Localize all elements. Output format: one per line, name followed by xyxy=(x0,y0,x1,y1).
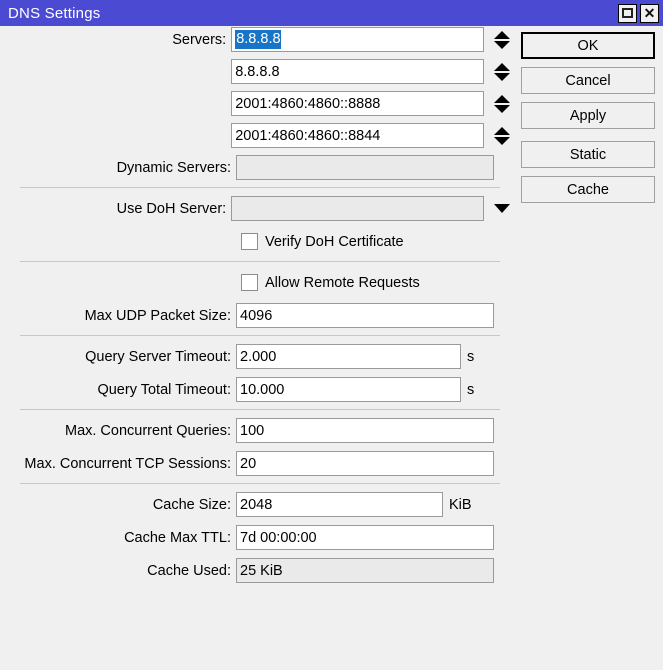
window-titlebar: DNS Settings ✕ xyxy=(0,0,663,26)
separator-2 xyxy=(20,261,500,262)
cache-button[interactable]: Cache xyxy=(521,176,655,203)
server-spinner-2[interactable] xyxy=(494,92,510,116)
dynamic-servers-input xyxy=(236,155,494,180)
server-input-1[interactable]: 8.8.8.8 xyxy=(231,59,484,84)
server-input-3[interactable]: 2001:4860:4860::8844 xyxy=(231,123,484,148)
cache-max-ttl-label: Cache Max TTL: xyxy=(0,530,236,546)
servers-label: Servers: xyxy=(0,32,231,48)
verify-doh-certificate-row: Verify DoH Certificate xyxy=(0,228,510,255)
servers-row-1: 8.8.8.8 xyxy=(0,58,510,85)
chevron-down-icon[interactable] xyxy=(494,204,510,213)
spinner-down-icon xyxy=(494,105,510,113)
max-concurrent-tcp-sessions-value: 20 xyxy=(240,456,256,472)
max-udp-packet-size-label: Max UDP Packet Size: xyxy=(0,308,236,324)
server-value-3: 2001:4860:4860::8844 xyxy=(235,128,380,144)
server-value-1: 8.8.8.8 xyxy=(235,64,279,80)
cache-size-label: Cache Size: xyxy=(0,497,236,513)
cache-used-value: 25 KiB xyxy=(240,563,283,579)
cache-used-row: Cache Used: 25 KiB xyxy=(0,557,510,584)
max-udp-packet-size-input[interactable]: 4096 xyxy=(236,303,494,328)
dialog-button-column: OK Cancel Apply Static Cache xyxy=(521,32,655,211)
allow-remote-requests-label: Allow Remote Requests xyxy=(265,275,420,291)
cache-max-ttl-value: 7d 00:00:00 xyxy=(240,530,317,546)
settings-form: Servers: 8.8.8.8 8.8.8.8 2001:4860:4860:… xyxy=(0,26,510,590)
max-concurrent-queries-value: 100 xyxy=(240,423,264,439)
cache-used-label: Cache Used: xyxy=(0,563,236,579)
cache-size-unit: KiB xyxy=(449,497,472,513)
cache-max-ttl-input[interactable]: 7d 00:00:00 xyxy=(236,525,494,550)
query-server-timeout-label: Query Server Timeout: xyxy=(0,349,236,365)
spinner-down-icon xyxy=(494,41,510,49)
max-udp-packet-size-value: 4096 xyxy=(240,308,272,324)
static-button[interactable]: Static xyxy=(521,141,655,168)
use-doh-server-input[interactable] xyxy=(231,196,484,221)
window-title: DNS Settings xyxy=(8,5,100,22)
verify-doh-certificate-label: Verify DoH Certificate xyxy=(265,234,404,250)
titlebar-button-group: ✕ xyxy=(618,4,659,23)
cancel-button[interactable]: Cancel xyxy=(521,67,655,94)
query-server-timeout-row: Query Server Timeout: 2.000 s xyxy=(0,343,510,370)
separator-1 xyxy=(20,187,500,188)
servers-row-3: 2001:4860:4860::8844 xyxy=(0,122,510,149)
query-total-timeout-value: 10.000 xyxy=(240,382,284,398)
cache-size-input[interactable]: 2048 xyxy=(236,492,443,517)
use-doh-server-row: Use DoH Server: xyxy=(0,195,510,222)
separator-5 xyxy=(20,483,500,484)
use-doh-server-label: Use DoH Server: xyxy=(0,201,231,217)
spinner-down-icon xyxy=(494,137,510,145)
restore-button[interactable] xyxy=(618,4,637,23)
server-spinner-1[interactable] xyxy=(494,60,510,84)
dynamic-servers-label: Dynamic Servers: xyxy=(0,160,236,176)
servers-row-2: 2001:4860:4860::8888 xyxy=(0,90,510,117)
server-spinner-0[interactable] xyxy=(494,28,510,52)
spinner-down-icon xyxy=(494,73,510,81)
server-value-2: 2001:4860:4860::8888 xyxy=(235,96,380,112)
cache-used-value-field: 25 KiB xyxy=(236,558,494,583)
max-concurrent-queries-row: Max. Concurrent Queries: 100 xyxy=(0,417,510,444)
server-spinner-3[interactable] xyxy=(494,124,510,148)
query-total-timeout-unit: s xyxy=(467,382,474,398)
query-server-timeout-input[interactable]: 2.000 xyxy=(236,344,461,369)
spinner-up-icon xyxy=(494,31,510,39)
cache-size-value: 2048 xyxy=(240,497,272,513)
max-concurrent-queries-input[interactable]: 100 xyxy=(236,418,494,443)
apply-button[interactable]: Apply xyxy=(521,102,655,129)
close-icon: ✕ xyxy=(644,6,656,20)
server-input-0[interactable]: 8.8.8.8 xyxy=(231,27,484,52)
max-concurrent-tcp-sessions-row: Max. Concurrent TCP Sessions: 20 xyxy=(0,450,510,477)
restore-icon xyxy=(622,8,633,18)
dialog-body: Servers: 8.8.8.8 8.8.8.8 2001:4860:4860:… xyxy=(0,26,663,670)
spinner-up-icon xyxy=(494,95,510,103)
verify-doh-certificate-checkbox[interactable] xyxy=(241,233,258,250)
spinner-up-icon xyxy=(494,127,510,135)
servers-row-0: Servers: 8.8.8.8 xyxy=(0,26,510,53)
ok-button[interactable]: OK xyxy=(521,32,655,59)
max-concurrent-tcp-sessions-label: Max. Concurrent TCP Sessions: xyxy=(0,456,236,472)
server-value-0: 8.8.8.8 xyxy=(235,30,280,49)
query-total-timeout-row: Query Total Timeout: 10.000 s xyxy=(0,376,510,403)
query-total-timeout-label: Query Total Timeout: xyxy=(0,382,236,398)
max-concurrent-tcp-sessions-input[interactable]: 20 xyxy=(236,451,494,476)
max-udp-packet-size-row: Max UDP Packet Size: 4096 xyxy=(0,302,510,329)
query-total-timeout-input[interactable]: 10.000 xyxy=(236,377,461,402)
query-server-timeout-unit: s xyxy=(467,349,474,365)
allow-remote-requests-row: Allow Remote Requests xyxy=(0,269,510,296)
server-input-2[interactable]: 2001:4860:4860::8888 xyxy=(231,91,484,116)
close-button[interactable]: ✕ xyxy=(640,4,659,23)
separator-4 xyxy=(20,409,500,410)
cache-size-row: Cache Size: 2048 KiB xyxy=(0,491,510,518)
separator-3 xyxy=(20,335,500,336)
allow-remote-requests-checkbox[interactable] xyxy=(241,274,258,291)
cache-max-ttl-row: Cache Max TTL: 7d 00:00:00 xyxy=(0,524,510,551)
dynamic-servers-row: Dynamic Servers: xyxy=(0,154,510,181)
max-concurrent-queries-label: Max. Concurrent Queries: xyxy=(0,423,236,439)
query-server-timeout-value: 2.000 xyxy=(240,349,276,365)
spinner-up-icon xyxy=(494,63,510,71)
